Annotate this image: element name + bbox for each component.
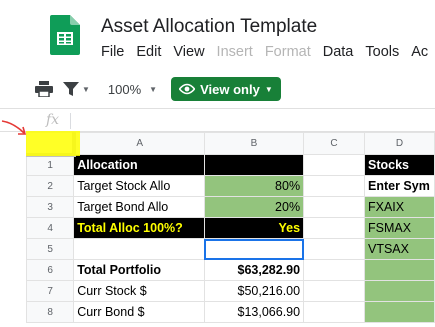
cell-b4[interactable]: Yes: [203, 217, 305, 239]
view-only-caret-icon: ▼: [264, 84, 273, 94]
table-row: 8 Curr Bond $ $13,066.90: [25, 301, 435, 323]
cell-a2[interactable]: Target Stock Allo: [73, 175, 205, 197]
cell-b3[interactable]: 20%: [203, 196, 305, 218]
table-row: 7 Curr Stock $ $50,216.00: [25, 280, 435, 302]
cell-b6[interactable]: $63,282.90: [203, 259, 305, 281]
cell-a6[interactable]: Total Portfolio: [73, 259, 205, 281]
menu-file[interactable]: File: [101, 44, 124, 60]
menu-bar: File Edit View Insert Format Data Tools …: [101, 44, 435, 60]
row-header-5[interactable]: 5: [25, 238, 75, 260]
column-header-row: A B C D: [25, 132, 435, 157]
cell-b1[interactable]: [203, 154, 305, 176]
cell-d3[interactable]: FXAIX: [364, 196, 435, 218]
cell-c3[interactable]: [303, 196, 365, 218]
view-only-label: View only: [200, 81, 260, 97]
table-row: 3 Target Bond Allo 20% FXAIX: [25, 196, 435, 218]
cell-d6[interactable]: [364, 259, 435, 281]
menu-format[interactable]: Format: [265, 44, 311, 60]
menu-tools[interactable]: Tools: [365, 44, 399, 60]
sheets-logo-icon[interactable]: [50, 15, 80, 55]
cell-c4[interactable]: [303, 217, 365, 239]
row-header-2[interactable]: 2: [25, 175, 75, 197]
menu-insert[interactable]: Insert: [217, 44, 253, 60]
cell-b2[interactable]: 80%: [203, 175, 305, 197]
zoom-dropdown-icon: ▼: [149, 84, 158, 94]
cell-a1[interactable]: Allocation: [73, 154, 205, 176]
zoom-select[interactable]: 100% ▼: [108, 82, 157, 97]
filter-icon[interactable]: ▼: [63, 82, 90, 96]
cell-d7[interactable]: [364, 280, 435, 302]
cell-c1[interactable]: [303, 154, 365, 176]
cell-d1[interactable]: Stocks: [364, 154, 435, 176]
menu-edit[interactable]: Edit: [136, 44, 161, 60]
cell-c2[interactable]: [303, 175, 365, 197]
column-header-d[interactable]: D: [364, 132, 435, 155]
cell-c7[interactable]: [303, 280, 365, 302]
document-title[interactable]: Asset Allocation Template: [101, 16, 317, 38]
row-header-7[interactable]: 7: [25, 280, 75, 302]
cell-d2[interactable]: Enter Sym: [364, 175, 435, 197]
toolbar: ▼ 100% ▼ View only ▼: [35, 72, 435, 106]
cell-b7[interactable]: $50,216.00: [203, 280, 305, 302]
row-header-3[interactable]: 3: [25, 196, 75, 218]
table-row: 2 Target Stock Allo 80% Enter Sym: [25, 175, 435, 197]
table-row: 4 Total Alloc 100%? Yes FSMAX: [25, 217, 435, 239]
red-arrow-annotation-icon: [1, 120, 27, 135]
fx-icon: fx: [46, 112, 60, 128]
filter-dropdown-icon[interactable]: ▼: [82, 85, 90, 94]
cell-c5[interactable]: [303, 238, 365, 260]
row-header-4[interactable]: 4: [25, 217, 75, 239]
column-header-c[interactable]: C: [303, 132, 365, 155]
cell-a5[interactable]: [73, 238, 205, 260]
cell-a3[interactable]: Target Bond Allo: [73, 196, 205, 218]
formula-bar[interactable]: fx: [0, 108, 435, 132]
eye-icon: [179, 83, 196, 95]
cell-c6[interactable]: [303, 259, 365, 281]
app-header: Asset Allocation Template File Edit View…: [0, 0, 435, 70]
cell-c8[interactable]: [303, 301, 365, 323]
cell-d4[interactable]: FSMAX: [364, 217, 435, 239]
table-row: 1 Allocation Stocks: [25, 154, 435, 176]
zoom-value: 100%: [107, 81, 142, 97]
row-header-6[interactable]: 6: [25, 259, 75, 281]
column-header-a[interactable]: A: [73, 132, 205, 155]
cell-d5[interactable]: VTSAX: [364, 238, 435, 260]
table-row: 6 Total Portfolio $63,282.90: [25, 259, 435, 281]
cell-d8[interactable]: [364, 301, 435, 323]
spreadsheet-grid: A B C D 1 Allocation Stocks 2 Target Sto…: [25, 132, 435, 323]
column-header-b[interactable]: B: [203, 132, 305, 155]
menu-view[interactable]: View: [173, 44, 204, 60]
table-row: 5 VTSAX: [25, 238, 435, 260]
row-header-8[interactable]: 8: [25, 301, 75, 323]
menu-accessibility[interactable]: Ac: [411, 44, 428, 60]
cell-a4[interactable]: Total Alloc 100%?: [73, 217, 205, 239]
row-header-1[interactable]: 1: [25, 154, 75, 176]
cell-b8[interactable]: $13,066.90: [203, 301, 305, 323]
menu-data[interactable]: Data: [323, 44, 354, 60]
cell-a7[interactable]: Curr Stock $: [73, 280, 205, 302]
cell-a8[interactable]: Curr Bond $: [73, 301, 205, 323]
print-icon[interactable]: [35, 81, 53, 97]
view-only-button[interactable]: View only ▼: [171, 77, 281, 101]
formula-divider: [70, 113, 71, 129]
cell-b5-selected[interactable]: [203, 238, 305, 260]
